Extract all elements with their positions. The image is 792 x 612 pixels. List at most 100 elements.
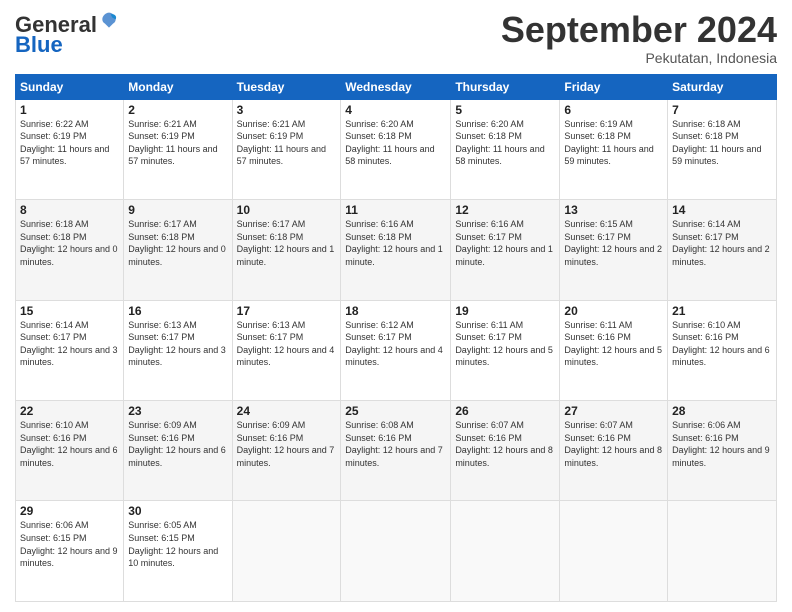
calendar-week-row: 15Sunrise: 6:14 AMSunset: 6:17 PMDayligh… xyxy=(16,300,777,400)
table-row: 27Sunrise: 6:07 AMSunset: 6:16 PMDayligh… xyxy=(560,401,668,501)
day-info: Sunrise: 6:21 AMSunset: 6:19 PMDaylight:… xyxy=(237,118,337,168)
day-number: 2 xyxy=(128,103,227,117)
table-row: 30Sunrise: 6:05 AMSunset: 6:15 PMDayligh… xyxy=(124,501,232,602)
day-info: Sunrise: 6:11 AMSunset: 6:16 PMDaylight:… xyxy=(564,319,663,369)
day-number: 1 xyxy=(20,103,119,117)
day-info: Sunrise: 6:15 AMSunset: 6:17 PMDaylight:… xyxy=(564,218,663,268)
table-row: 5Sunrise: 6:20 AMSunset: 6:18 PMDaylight… xyxy=(451,99,560,199)
day-number: 29 xyxy=(20,504,119,518)
table-row: 9Sunrise: 6:17 AMSunset: 6:18 PMDaylight… xyxy=(124,200,232,300)
table-row: 29Sunrise: 6:06 AMSunset: 6:15 PMDayligh… xyxy=(16,501,124,602)
day-number: 19 xyxy=(455,304,555,318)
day-info: Sunrise: 6:05 AMSunset: 6:15 PMDaylight:… xyxy=(128,519,227,569)
day-number: 26 xyxy=(455,404,555,418)
table-row: 20Sunrise: 6:11 AMSunset: 6:16 PMDayligh… xyxy=(560,300,668,400)
table-row: 22Sunrise: 6:10 AMSunset: 6:16 PMDayligh… xyxy=(16,401,124,501)
calendar-header-row: Sunday Monday Tuesday Wednesday Thursday… xyxy=(16,74,777,99)
logo: General Blue xyxy=(15,14,119,58)
col-saturday: Saturday xyxy=(668,74,777,99)
table-row: 8Sunrise: 6:18 AMSunset: 6:18 PMDaylight… xyxy=(16,200,124,300)
col-friday: Friday xyxy=(560,74,668,99)
col-thursday: Thursday xyxy=(451,74,560,99)
table-row: 26Sunrise: 6:07 AMSunset: 6:16 PMDayligh… xyxy=(451,401,560,501)
day-number: 12 xyxy=(455,203,555,217)
col-monday: Monday xyxy=(124,74,232,99)
day-info: Sunrise: 6:09 AMSunset: 6:16 PMDaylight:… xyxy=(128,419,227,469)
day-number: 15 xyxy=(20,304,119,318)
day-number: 13 xyxy=(564,203,663,217)
table-row: 14Sunrise: 6:14 AMSunset: 6:17 PMDayligh… xyxy=(668,200,777,300)
day-number: 24 xyxy=(237,404,337,418)
day-info: Sunrise: 6:14 AMSunset: 6:17 PMDaylight:… xyxy=(20,319,119,369)
calendar-week-row: 29Sunrise: 6:06 AMSunset: 6:15 PMDayligh… xyxy=(16,501,777,602)
day-info: Sunrise: 6:10 AMSunset: 6:16 PMDaylight:… xyxy=(672,319,772,369)
table-row: 25Sunrise: 6:08 AMSunset: 6:16 PMDayligh… xyxy=(341,401,451,501)
table-row: 21Sunrise: 6:10 AMSunset: 6:16 PMDayligh… xyxy=(668,300,777,400)
day-number: 8 xyxy=(20,203,119,217)
day-number: 6 xyxy=(564,103,663,117)
day-info: Sunrise: 6:14 AMSunset: 6:17 PMDaylight:… xyxy=(672,218,772,268)
day-number: 23 xyxy=(128,404,227,418)
table-row: 6Sunrise: 6:19 AMSunset: 6:18 PMDaylight… xyxy=(560,99,668,199)
header: General Blue September 2024 Pekutatan, I… xyxy=(15,10,777,66)
day-number: 20 xyxy=(564,304,663,318)
table-row: 28Sunrise: 6:06 AMSunset: 6:16 PMDayligh… xyxy=(668,401,777,501)
day-info: Sunrise: 6:13 AMSunset: 6:17 PMDaylight:… xyxy=(128,319,227,369)
day-number: 9 xyxy=(128,203,227,217)
col-tuesday: Tuesday xyxy=(232,74,341,99)
day-info: Sunrise: 6:16 AMSunset: 6:18 PMDaylight:… xyxy=(345,218,446,268)
calendar-week-row: 8Sunrise: 6:18 AMSunset: 6:18 PMDaylight… xyxy=(16,200,777,300)
table-row xyxy=(341,501,451,602)
page: General Blue September 2024 Pekutatan, I… xyxy=(0,0,792,612)
day-number: 28 xyxy=(672,404,772,418)
calendar-week-row: 22Sunrise: 6:10 AMSunset: 6:16 PMDayligh… xyxy=(16,401,777,501)
col-wednesday: Wednesday xyxy=(341,74,451,99)
day-info: Sunrise: 6:08 AMSunset: 6:16 PMDaylight:… xyxy=(345,419,446,469)
day-info: Sunrise: 6:07 AMSunset: 6:16 PMDaylight:… xyxy=(455,419,555,469)
table-row: 4Sunrise: 6:20 AMSunset: 6:18 PMDaylight… xyxy=(341,99,451,199)
day-number: 11 xyxy=(345,203,446,217)
table-row xyxy=(232,501,341,602)
table-row: 12Sunrise: 6:16 AMSunset: 6:17 PMDayligh… xyxy=(451,200,560,300)
day-info: Sunrise: 6:09 AMSunset: 6:16 PMDaylight:… xyxy=(237,419,337,469)
table-row: 15Sunrise: 6:14 AMSunset: 6:17 PMDayligh… xyxy=(16,300,124,400)
table-row: 10Sunrise: 6:17 AMSunset: 6:18 PMDayligh… xyxy=(232,200,341,300)
table-row: 3Sunrise: 6:21 AMSunset: 6:19 PMDaylight… xyxy=(232,99,341,199)
table-row: 18Sunrise: 6:12 AMSunset: 6:17 PMDayligh… xyxy=(341,300,451,400)
day-number: 21 xyxy=(672,304,772,318)
table-row: 16Sunrise: 6:13 AMSunset: 6:17 PMDayligh… xyxy=(124,300,232,400)
day-info: Sunrise: 6:18 AMSunset: 6:18 PMDaylight:… xyxy=(20,218,119,268)
month-title: September 2024 xyxy=(501,10,777,50)
day-info: Sunrise: 6:19 AMSunset: 6:18 PMDaylight:… xyxy=(564,118,663,168)
table-row xyxy=(668,501,777,602)
day-info: Sunrise: 6:18 AMSunset: 6:18 PMDaylight:… xyxy=(672,118,772,168)
day-number: 7 xyxy=(672,103,772,117)
table-row: 2Sunrise: 6:21 AMSunset: 6:19 PMDaylight… xyxy=(124,99,232,199)
logo-bird-icon xyxy=(99,11,119,31)
table-row: 23Sunrise: 6:09 AMSunset: 6:16 PMDayligh… xyxy=(124,401,232,501)
day-number: 27 xyxy=(564,404,663,418)
col-sunday: Sunday xyxy=(16,74,124,99)
day-info: Sunrise: 6:21 AMSunset: 6:19 PMDaylight:… xyxy=(128,118,227,168)
day-number: 17 xyxy=(237,304,337,318)
day-info: Sunrise: 6:07 AMSunset: 6:16 PMDaylight:… xyxy=(564,419,663,469)
table-row: 17Sunrise: 6:13 AMSunset: 6:17 PMDayligh… xyxy=(232,300,341,400)
day-number: 25 xyxy=(345,404,446,418)
table-row: 19Sunrise: 6:11 AMSunset: 6:17 PMDayligh… xyxy=(451,300,560,400)
day-info: Sunrise: 6:06 AMSunset: 6:16 PMDaylight:… xyxy=(672,419,772,469)
calendar-table: Sunday Monday Tuesday Wednesday Thursday… xyxy=(15,74,777,602)
table-row: 1Sunrise: 6:22 AMSunset: 6:19 PMDaylight… xyxy=(16,99,124,199)
table-row xyxy=(451,501,560,602)
day-info: Sunrise: 6:17 AMSunset: 6:18 PMDaylight:… xyxy=(128,218,227,268)
title-block: September 2024 Pekutatan, Indonesia xyxy=(501,10,777,66)
day-info: Sunrise: 6:12 AMSunset: 6:17 PMDaylight:… xyxy=(345,319,446,369)
day-info: Sunrise: 6:20 AMSunset: 6:18 PMDaylight:… xyxy=(455,118,555,168)
day-info: Sunrise: 6:11 AMSunset: 6:17 PMDaylight:… xyxy=(455,319,555,369)
day-number: 14 xyxy=(672,203,772,217)
day-number: 5 xyxy=(455,103,555,117)
location-subtitle: Pekutatan, Indonesia xyxy=(501,50,777,66)
day-info: Sunrise: 6:22 AMSunset: 6:19 PMDaylight:… xyxy=(20,118,119,168)
table-row: 11Sunrise: 6:16 AMSunset: 6:18 PMDayligh… xyxy=(341,200,451,300)
day-number: 16 xyxy=(128,304,227,318)
table-row: 7Sunrise: 6:18 AMSunset: 6:18 PMDaylight… xyxy=(668,99,777,199)
